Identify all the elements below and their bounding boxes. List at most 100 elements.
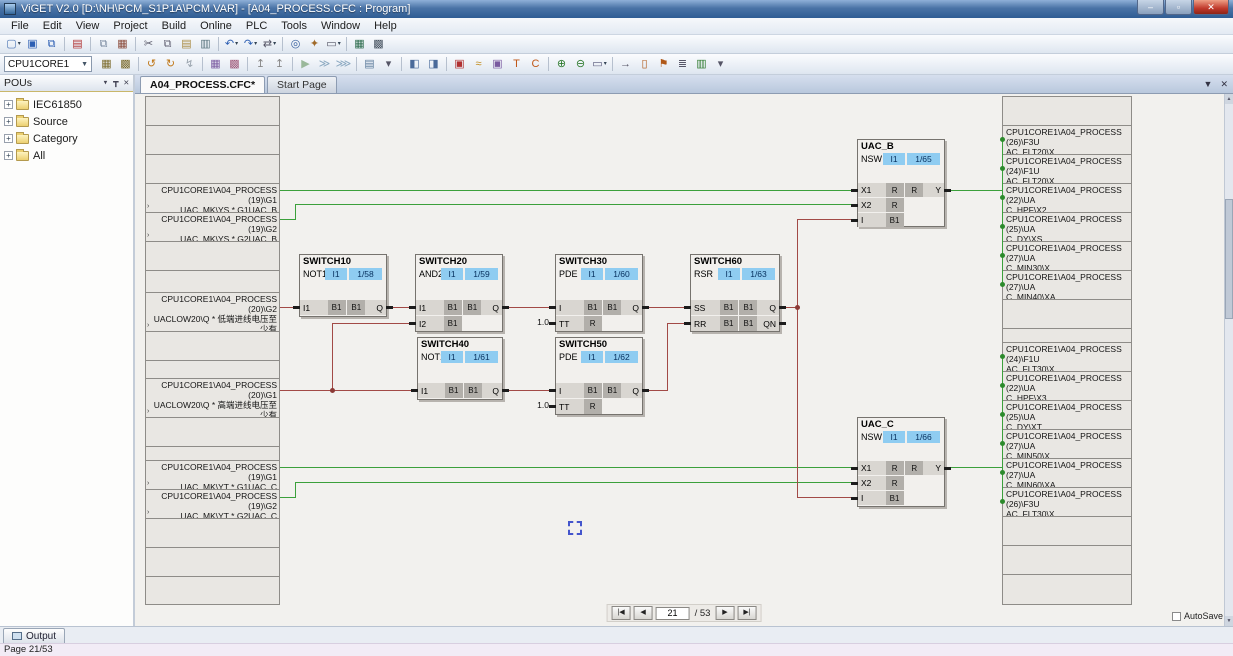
expand-icon[interactable]: + — [4, 117, 13, 126]
zoom-out-icon[interactable]: ⊖ — [571, 56, 590, 73]
wizard-icon[interactable]: ✦ — [305, 36, 324, 53]
monitor-icon[interactable]: ▤ — [360, 56, 379, 73]
matrix-view-icon[interactable]: ▩ — [369, 36, 388, 53]
output-connector-cell[interactable]: CPU1CORE1\A04_PROCESS (27)\UAC_MIN60\XA — [1002, 458, 1132, 488]
copy-page-icon[interactable]: ⧉ — [94, 36, 113, 53]
cut-icon[interactable]: ✂ — [139, 36, 158, 53]
breakpoint-t-icon[interactable]: T — [507, 56, 526, 73]
input-connector-cell[interactable]: CPU1CORE1\A04_PROCESS (20)\G1UACLOW20\Q … — [145, 378, 280, 418]
panel-dropdown-icon[interactable]: ▾ — [103, 78, 108, 88]
output-connector-cell[interactable]: CPU1CORE1\A04_PROCESS (27)\UAC_MIN40\XA — [1002, 270, 1132, 300]
search-icon[interactable]: ◎ — [286, 36, 305, 53]
menu-tools[interactable]: Tools — [274, 19, 314, 33]
output-connector-cell[interactable]: CPU1CORE1\A04_PROCESS (26)\F3UAC_FLT20\X — [1002, 125, 1132, 155]
output-connector-cell[interactable] — [1002, 545, 1132, 575]
window-dropdown-icon[interactable]: ▭▾ — [324, 36, 343, 53]
page-margins-icon[interactable]: ▯ — [635, 56, 654, 73]
minimize-button[interactable]: – — [1137, 0, 1164, 15]
input-connector-cell[interactable] — [145, 154, 280, 184]
input-connector-cell[interactable]: CPU1CORE1\A04_PROCESS (19)\G2UAC_MK\YT *… — [145, 489, 280, 519]
output-tab[interactable]: Output — [3, 628, 65, 643]
menu-help[interactable]: Help — [367, 19, 404, 33]
input-connector-cell[interactable] — [145, 417, 280, 447]
vertical-scrollbar[interactable]: ▲ ▼ — [1224, 94, 1233, 626]
menu-project[interactable]: Project — [106, 19, 154, 33]
page-grid-icon[interactable]: ▥ — [692, 56, 711, 73]
hardware-view-icon[interactable]: ▩ — [225, 56, 244, 73]
function-block-uac_b[interactable]: UAC_BNSWI11/65X1RRYX2RIB1 — [857, 139, 945, 227]
navigate-dropdown-icon[interactable]: ⇄▾ — [260, 36, 279, 53]
next-page-button[interactable]: ▶ — [715, 606, 734, 620]
menu-window[interactable]: Window — [314, 19, 367, 33]
sidebar-item-source[interactable]: +Source — [0, 113, 133, 130]
previous-page-button[interactable]: ◀ — [634, 606, 653, 620]
cpu-selector[interactable]: CPU1CORE1 ▼ — [4, 56, 92, 72]
connect-plc-icon[interactable]: ≈ — [469, 56, 488, 73]
last-page-button[interactable]: ▶| — [737, 606, 756, 620]
input-connector-cell[interactable] — [145, 576, 280, 605]
function-block-switch40[interactable]: SWITCH40NOT1I11/61I1B1B1Q — [417, 337, 503, 400]
menu-online[interactable]: Online — [193, 19, 239, 33]
window-cascade-icon[interactable]: ◧ — [405, 56, 424, 73]
document-list-dropdown-icon[interactable]: ▼ — [1204, 79, 1213, 90]
output-connector-cell[interactable]: CPU1CORE1\A04_PROCESS (25)\UAC_DY\XS — [1002, 212, 1132, 242]
expand-icon[interactable]: + — [4, 151, 13, 160]
output-connector-cell[interactable] — [1002, 574, 1132, 605]
input-connector-cell[interactable]: CPU1CORE1\A04_PROCESS (19)\G2UAC_MK\YS *… — [145, 212, 280, 242]
input-connector-cell[interactable] — [145, 270, 280, 293]
output-connector-cell[interactable]: CPU1CORE1\A04_PROCESS (27)\UAC_MIN50\X — [1002, 429, 1132, 459]
expand-icon[interactable]: + — [4, 100, 13, 109]
input-connector-cell[interactable] — [145, 331, 280, 361]
input-connector-cell[interactable] — [145, 547, 280, 577]
build-icon[interactable]: ▦ — [97, 56, 116, 73]
scroll-down-icon[interactable]: ▼ — [1225, 616, 1233, 626]
signal-flags-icon[interactable]: ⚑ — [654, 56, 673, 73]
redo-dropdown-icon[interactable]: ↷▾ — [241, 36, 260, 53]
input-connector-cell[interactable]: CPU1CORE1\A04_PROCESS (20)\G2UACLOW20\Q … — [145, 292, 280, 332]
toolbar-overflow-2-icon[interactable]: ▾ — [711, 56, 730, 73]
input-connector-cell[interactable] — [145, 446, 280, 461]
window-tile-icon[interactable]: ◨ — [424, 56, 443, 73]
commit-1-icon[interactable]: ↥ — [251, 56, 270, 73]
output-connector-cell[interactable]: CPU1CORE1\A04_PROCESS (26)\F3UAC_FLT30\X — [1002, 487, 1132, 517]
sidebar-item-all[interactable]: +All — [0, 147, 133, 164]
save-icon[interactable]: ▣ — [23, 36, 42, 53]
input-connector-cell[interactable] — [145, 360, 280, 379]
memory-view-icon[interactable]: ▦ — [206, 56, 225, 73]
output-connector-cell[interactable] — [1002, 96, 1132, 126]
step-into-icon[interactable]: ⋙ — [334, 56, 353, 73]
panel-close-icon[interactable]: ✕ — [124, 78, 129, 88]
archive-icon[interactable]: ▦ — [113, 36, 132, 53]
breakpoint-c-icon[interactable]: C — [526, 56, 545, 73]
tab-start-page[interactable]: Start Page — [267, 76, 337, 93]
function-block-switch60[interactable]: SWITCH60RSRI11/63SSB1B1QRRB1B1QN — [690, 254, 780, 332]
input-connector-cell[interactable]: CPU1CORE1\A04_PROCESS (19)\G1UAC_MK\YS *… — [145, 183, 280, 213]
output-connector-cell[interactable]: CPU1CORE1\A04_PROCESS (24)\F1UAC_FLT20\X — [1002, 154, 1132, 184]
scrollbar-thumb[interactable] — [1225, 199, 1233, 319]
function-block-uac_c[interactable]: UAC_CNSWI11/66X1RRYX2RIB1 — [857, 417, 945, 507]
export-pdf-icon[interactable]: ▤ — [68, 36, 87, 53]
step-over-icon[interactable]: ≫ — [315, 56, 334, 73]
pointer-mode-icon[interactable]: → — [616, 56, 635, 73]
sidebar-item-iec61850[interactable]: +IEC61850 — [0, 96, 133, 113]
input-connector-cell[interactable] — [145, 518, 280, 548]
panel-pin-icon[interactable]: ┳ — [113, 78, 118, 88]
upload-icon[interactable]: ↻ — [161, 56, 180, 73]
function-block-switch50[interactable]: SWITCH50PDEI11/62IB1B1QTTR — [555, 337, 643, 415]
input-connector-cell[interactable] — [145, 96, 280, 126]
menu-view[interactable]: View — [69, 19, 107, 33]
list-view-icon[interactable]: ≣ — [673, 56, 692, 73]
zoom-in-icon[interactable]: ⊕ — [552, 56, 571, 73]
sync-icon[interactable]: ↯ — [180, 56, 199, 73]
undo-dropdown-icon[interactable]: ↶▾ — [222, 36, 241, 53]
zoom-fit-dropdown-icon[interactable]: ▭▾ — [590, 56, 609, 73]
menu-build[interactable]: Build — [155, 19, 193, 33]
output-connector-cell[interactable]: CPU1CORE1\A04_PROCESS (24)\F1UAC_FLT30\X — [1002, 342, 1132, 372]
menu-edit[interactable]: Edit — [36, 19, 69, 33]
save-all-icon[interactable]: ⧉ — [42, 36, 61, 53]
output-connector-cell[interactable] — [1002, 516, 1132, 546]
print-icon[interactable]: ▥ — [196, 36, 215, 53]
menu-plc[interactable]: PLC — [239, 19, 274, 33]
input-connector-cell[interactable] — [145, 241, 280, 271]
toolbar-overflow-1-icon[interactable]: ▾ — [379, 56, 398, 73]
